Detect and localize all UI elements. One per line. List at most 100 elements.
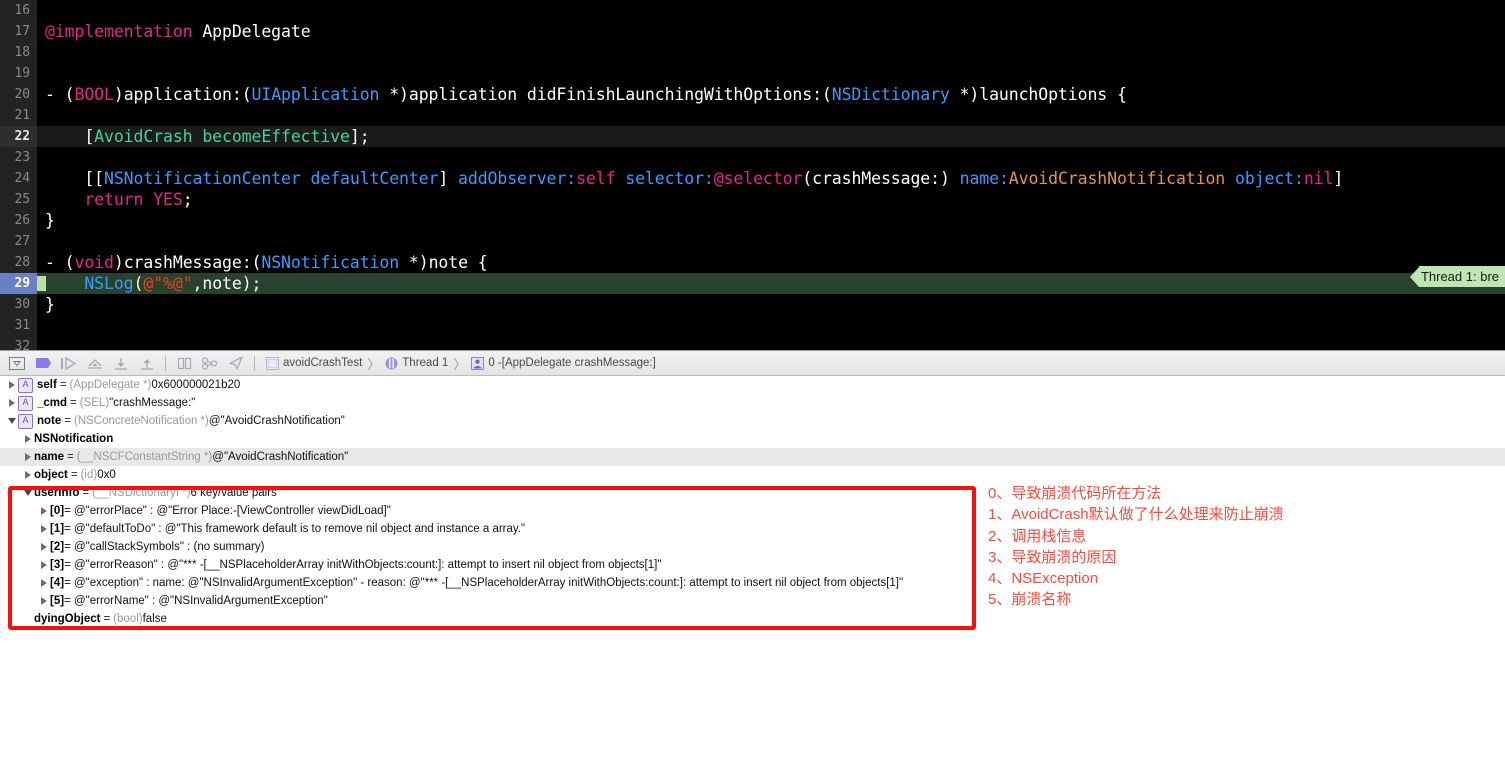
debug-toolbar[interactable]: avoidCrashTest〉Thread 1〉0 -[AppDelegate … — [0, 350, 1505, 376]
debug-memory-graph-button[interactable] — [197, 352, 223, 374]
variable-type: (AppDelegate *) — [70, 376, 152, 394]
line-number[interactable]: 32 — [0, 336, 37, 350]
code-line[interactable]: 32 — [0, 336, 1505, 350]
variable-row[interactable]: object= (id) 0x0 — [0, 466, 1505, 484]
code-token: @"%@" — [143, 274, 192, 293]
code-line[interactable]: 28- (void)crashMessage:(NSNotification *… — [0, 252, 1505, 273]
line-number[interactable]: 17 — [0, 21, 37, 42]
code-line[interactable]: 25 return YES; — [0, 189, 1505, 210]
variable-name: [1] — [50, 520, 64, 538]
breadcrumb-chevron-icon: 〉 — [366, 354, 381, 373]
code-line[interactable]: 16 — [0, 0, 1505, 21]
code-token: *)note { — [399, 253, 488, 272]
variable-name: [2] — [50, 538, 64, 556]
line-number[interactable]: 28 — [0, 252, 37, 273]
breadcrumb[interactable]: avoidCrashTest〉Thread 1〉0 -[AppDelegate … — [262, 354, 660, 373]
variable-name: self — [37, 376, 57, 394]
disclosure-triangle-collapsed-icon[interactable] — [38, 574, 50, 592]
variable-type: (__NSDictionaryI *) — [92, 484, 190, 502]
line-number[interactable]: 16 — [0, 0, 37, 21]
line-number[interactable]: 26 — [0, 210, 37, 231]
deactivate-breakpoints-button[interactable] — [30, 352, 56, 374]
variable-row[interactable]: Anote= (NSConcreteNotification *) @"Avoi… — [0, 412, 1505, 430]
code-line[interactable]: 29 NSLog(@"%@",note); — [0, 273, 1505, 294]
variable-row[interactable]: NSNotification — [0, 430, 1505, 448]
line-number[interactable]: 29 — [0, 273, 37, 294]
disclosure-triangle-collapsed-icon[interactable] — [6, 394, 18, 412]
variable-equals: = — [82, 484, 89, 502]
variable-row[interactable]: name= (__NSCFConstantString *) @"AvoidCr… — [0, 448, 1505, 466]
code-line[interactable]: 26} — [0, 210, 1505, 231]
argument-badge: A — [18, 396, 33, 411]
variable-name: [3] — [50, 556, 64, 574]
disclosure-triangle-collapsed-icon[interactable] — [38, 556, 50, 574]
line-number[interactable]: 20 — [0, 84, 37, 105]
debug-view-hierarchy-button[interactable] — [171, 352, 197, 374]
variable-value: @"AvoidCrashNotification" — [212, 448, 348, 466]
continue-button[interactable] — [56, 352, 82, 374]
line-number[interactable]: 27 — [0, 231, 37, 252]
step-into-button[interactable] — [108, 352, 134, 374]
line-number[interactable]: 23 — [0, 147, 37, 168]
breadcrumb-item[interactable]: Thread 1 — [381, 357, 452, 370]
code-line[interactable]: 27 — [0, 231, 1505, 252]
current-execution-arrow-icon — [37, 276, 46, 290]
annotation-legend: 0、导致崩溃代码所在方法1、AvoidCrash默认做了什么处理来防止崩溃2、调… — [988, 483, 1284, 611]
disclosure-triangle-expanded-icon[interactable] — [6, 412, 18, 430]
simulate-location-button[interactable] — [223, 352, 249, 374]
disclosure-triangle-collapsed-icon[interactable] — [38, 592, 50, 610]
code-text: [[NSNotificationCenter defaultCenter] ad… — [0, 168, 1505, 189]
disclosure-triangle-collapsed-icon[interactable] — [38, 520, 50, 538]
variable-value: 0x0 — [97, 466, 116, 484]
code-line[interactable]: 22 [AvoidCrash becomeEffective]; — [0, 126, 1505, 147]
disclosure-triangle-expanded-icon[interactable] — [22, 484, 34, 502]
disclosure-triangle-collapsed-icon[interactable] — [22, 430, 34, 448]
code-text — [0, 336, 1505, 350]
line-number[interactable]: 19 — [0, 63, 37, 84]
line-number[interactable]: 30 — [0, 294, 37, 315]
variable-row[interactable]: dyingObject= (bool) false — [0, 610, 1505, 628]
code-line[interactable]: 19 — [0, 63, 1505, 84]
source-code-editor[interactable]: 1617@implementation AppDelegate181920- (… — [0, 0, 1505, 350]
disclosure-triangle-collapsed-icon[interactable] — [6, 376, 18, 394]
line-number[interactable]: 18 — [0, 42, 37, 63]
variable-row[interactable]: A_cmd= (SEL) "crashMessage:" — [0, 394, 1505, 412]
toolbar-divider — [165, 356, 166, 371]
line-number[interactable]: 24 — [0, 168, 37, 189]
disclosure-triangle-collapsed-icon[interactable] — [22, 448, 34, 466]
variables-view[interactable]: Aself= (AppDelegate *) 0x600000021b20A_c… — [0, 376, 1505, 775]
step-out-button[interactable] — [134, 352, 160, 374]
variable-row[interactable]: Aself= (AppDelegate *) 0x600000021b20 — [0, 376, 1505, 394]
thread-annotation-label: Thread 1: bre — [1419, 266, 1505, 287]
code-token: )crashMessage:( — [114, 253, 262, 272]
code-token: name: — [960, 169, 1009, 188]
code-line[interactable]: 20- (BOOL)application:(UIApplication *)a… — [0, 84, 1505, 105]
line-number[interactable]: 22 — [0, 126, 37, 147]
code-line[interactable]: 23 — [0, 147, 1505, 168]
code-line[interactable]: 17@implementation AppDelegate — [0, 21, 1505, 42]
code-line[interactable]: 30} — [0, 294, 1505, 315]
step-over-button[interactable] — [82, 352, 108, 374]
code-line[interactable]: 21 — [0, 105, 1505, 126]
code-token: - ( — [45, 253, 75, 272]
code-token: addObserver: — [458, 169, 576, 188]
code-token: ( — [134, 274, 144, 293]
line-number[interactable]: 21 — [0, 105, 37, 126]
disclosure-triangle-collapsed-icon[interactable] — [22, 466, 34, 484]
breadcrumb-item[interactable]: avoidCrashTest — [262, 357, 366, 370]
code-line[interactable]: 24 [[NSNotificationCenter defaultCenter]… — [0, 168, 1505, 189]
variable-value: "crashMessage:" — [109, 394, 195, 412]
code-token: } — [45, 211, 55, 230]
code-token: AvoidCrashNotification — [1009, 169, 1225, 188]
code-token: ] — [438, 169, 458, 188]
hide-debug-area-button[interactable] — [4, 352, 30, 374]
disclosure-triangle-collapsed-icon[interactable] — [38, 502, 50, 520]
code-line[interactable]: 31 — [0, 315, 1505, 336]
argument-badge: A — [18, 378, 33, 393]
code-line[interactable]: 18 — [0, 42, 1505, 63]
breadcrumb-item[interactable]: 0 -[AppDelegate crashMessage:] — [467, 357, 659, 370]
disclosure-triangle-collapsed-icon[interactable] — [38, 538, 50, 556]
code-lines-container[interactable]: 1617@implementation AppDelegate181920- (… — [0, 0, 1505, 350]
line-number[interactable]: 31 — [0, 315, 37, 336]
line-number[interactable]: 25 — [0, 189, 37, 210]
